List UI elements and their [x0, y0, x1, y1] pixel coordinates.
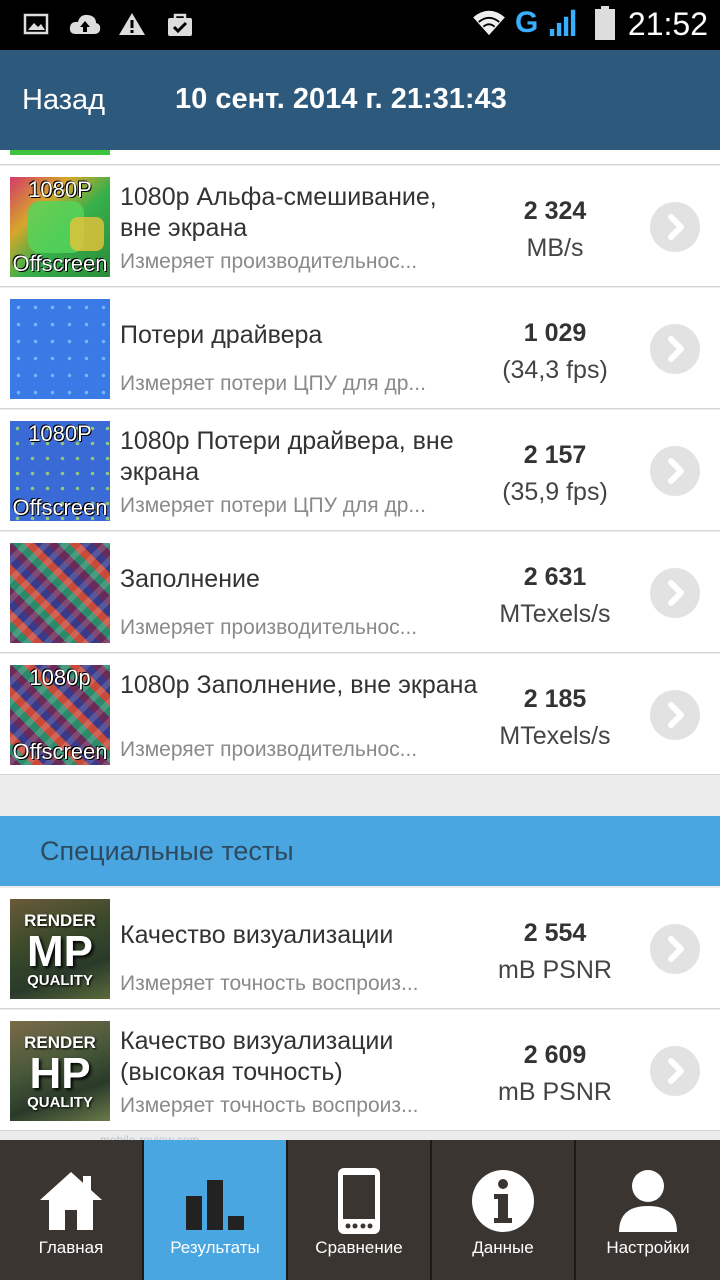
test-unit: MTexels/s	[499, 722, 611, 750]
section-title: Специальные тесты	[40, 836, 294, 866]
test-unit: MTexels/s	[499, 600, 611, 628]
title-bar: Назад 10 сент. 2014 г. 21:31:43	[0, 50, 720, 150]
driver-overhead-offscreen-thumbnail: 1080P Offscreen	[10, 421, 110, 521]
test-unit: mB PSNR	[498, 1078, 612, 1106]
chevron-right-icon[interactable]	[650, 202, 700, 252]
test-score: 2 554	[523, 919, 587, 947]
wifi-icon	[473, 10, 505, 36]
test-name: Заполнение	[120, 565, 260, 593]
signal-icon	[549, 9, 576, 36]
test-unit: MB/s	[526, 234, 584, 262]
test-score: 1 029	[523, 319, 587, 347]
nav-item-results[interactable]: Результаты	[144, 1140, 286, 1280]
test-score: 2 185	[523, 685, 587, 713]
status-bar: G 21:52	[0, 0, 720, 50]
test-unit: (34,3 fps)	[502, 356, 608, 384]
list-item[interactable]: Потери драйвера Измеряет потери ЦПУ для …	[0, 288, 720, 409]
chevron-right-icon[interactable]	[650, 446, 700, 496]
cloud-upload-icon	[69, 14, 101, 34]
image-notification-icon	[23, 13, 49, 35]
alpha-blend-thumbnail: 1080P Offscreen	[10, 177, 110, 277]
chevron-right-icon[interactable]	[650, 324, 700, 374]
test-name: 1080p Альфа-смешивание, вне экрана	[120, 183, 437, 242]
page-title: 10 сент. 2014 г. 21:31:43	[175, 83, 507, 115]
results-list[interactable]: 1080P Offscreen 1080p Альфа-смешивание, …	[0, 150, 720, 1140]
test-description: Измеряет производительнос...	[120, 738, 418, 761]
test-score: 2 609	[523, 1041, 587, 1069]
test-description: Измеряет производительнос...	[120, 250, 418, 273]
bar-chart-icon	[186, 1180, 244, 1230]
test-name: 1080p Заполнение, вне экрана	[120, 671, 478, 699]
shopping-bag-check-icon	[168, 13, 192, 36]
render-quality-hp-thumbnail: RENDER HP QUALITY	[10, 1021, 110, 1121]
list-item[interactable]: Заполнение Измеряет производительнос... …	[0, 532, 720, 653]
info-icon	[472, 1170, 534, 1232]
nav-item-compare[interactable]: Сравнение	[288, 1140, 430, 1280]
chevron-right-icon[interactable]	[650, 690, 700, 740]
nav-item-data[interactable]: Данные	[432, 1140, 574, 1280]
list-item[interactable]: RENDER HP QUALITY Качество визуализации …	[0, 1010, 720, 1131]
test-description: Измеряет точность воспроиз...	[120, 972, 419, 995]
driver-overhead-thumbnail	[10, 299, 110, 399]
test-score: 2 157	[523, 441, 587, 469]
render-quality-mp-thumbnail: RENDER MP QUALITY	[10, 899, 110, 999]
fill-rate-thumbnail	[10, 543, 110, 643]
clock: 21:52	[627, 6, 708, 42]
list-item[interactable]: RENDER MP QUALITY Качество визуализации …	[0, 888, 720, 1009]
test-description: Измеряет производительнос...	[120, 616, 418, 639]
list-item[interactable]: 1080P Offscreen 1080p Альфа-смешивание, …	[0, 166, 720, 287]
list-item[interactable]: 1080p Offscreen 1080p Заполнение, вне эк…	[0, 654, 720, 775]
test-name: Потери драйвера	[120, 321, 323, 349]
test-name: Качество визуализации	[120, 921, 394, 949]
test-description: Измеряет потери ЦПУ для др...	[120, 494, 426, 517]
home-icon	[40, 1172, 102, 1230]
test-unit: (35,9 fps)	[502, 478, 608, 506]
warning-icon	[119, 13, 145, 35]
test-name: 1080p Потери драйвера, вне экрана	[120, 427, 454, 486]
test-description: Измеряет потери ЦПУ для др...	[120, 372, 426, 395]
back-button[interactable]: Назад	[22, 84, 105, 117]
chevron-right-icon[interactable]	[650, 1046, 700, 1096]
nav-item-home[interactable]: Главная	[0, 1140, 142, 1280]
bottom-nav: Главная Результаты Сравнение Данные Наст…	[0, 1140, 720, 1280]
chevron-right-icon[interactable]	[650, 568, 700, 618]
test-score: 2 324	[523, 197, 587, 225]
test-unit: mB PSNR	[498, 956, 612, 984]
fill-rate-offscreen-thumbnail: 1080p Offscreen	[10, 665, 110, 765]
list-item-partial[interactable]	[0, 150, 720, 165]
section-header: Специальные тесты	[0, 816, 720, 886]
network-type-label: G	[515, 6, 539, 39]
nav-item-settings[interactable]: Настройки	[576, 1140, 720, 1280]
test-description: Измеряет точность воспроиз...	[120, 1094, 419, 1117]
test-score: 2 631	[523, 563, 587, 591]
list-item[interactable]: 1080P Offscreen 1080p Потери драйвера, в…	[0, 410, 720, 531]
chevron-right-icon[interactable]	[650, 924, 700, 974]
test-name: Качество визуализации (высокая точность)	[120, 1027, 394, 1086]
phone-icon	[338, 1168, 380, 1234]
battery-icon	[595, 6, 615, 40]
test-thumbnail	[10, 150, 110, 155]
user-icon	[619, 1170, 677, 1232]
